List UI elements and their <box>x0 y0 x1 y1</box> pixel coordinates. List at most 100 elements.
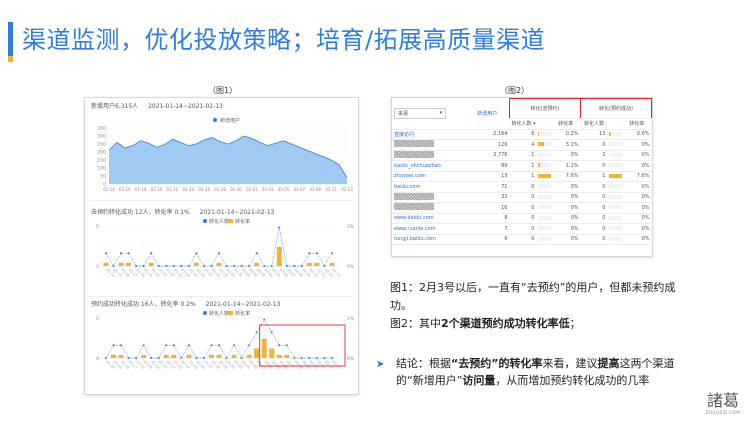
row-source[interactable]: zhuyaei.com <box>392 171 466 182</box>
row-source[interactable]: www.ruanle.com <box>392 223 466 235</box>
table-row[interactable]: 直接访问 2,164 6 0.2% 13 0.6% <box>392 129 652 140</box>
source-link[interactable]: www.baidu.com <box>394 215 434 221</box>
row-source[interactable]: tongji.baidu.com <box>392 234 466 245</box>
col-b-rate[interactable]: 转化率 <box>622 118 652 130</box>
source-link[interactable]: zhuyaei.com <box>394 173 426 179</box>
point <box>308 357 311 359</box>
row-a-rate: 7.6% <box>551 171 581 182</box>
rate-bar <box>538 152 552 157</box>
bar <box>111 354 117 358</box>
legend-label: 转化人数 <box>209 218 229 225</box>
row-source[interactable] <box>392 192 466 203</box>
row-source[interactable]: baidu_ohchuazhao <box>392 160 466 172</box>
bar <box>208 354 214 358</box>
y-tick-label: 300 <box>97 134 106 140</box>
x-tick-label: 01-14 <box>103 187 115 192</box>
rate-bar-cell <box>607 150 623 161</box>
legend-marker <box>228 311 233 315</box>
row-source[interactable]: baidu.com <box>392 181 466 193</box>
table-row[interactable]: www.ruanle.com 7 0 0% 0 0% <box>392 223 652 235</box>
source-select[interactable]: 来源 ▾ <box>392 98 466 130</box>
row-a-rate: 1.1% <box>551 160 581 172</box>
notes: 图1：2月3号以后，一直有“去预约”的用户，但都未预约成功。 图2：其中2个渠道… <box>390 279 690 333</box>
rate-bar <box>538 173 552 178</box>
row-source[interactable] <box>392 150 466 161</box>
bar <box>148 262 154 266</box>
row-a-rate: 0% <box>551 150 581 161</box>
redacted-source <box>394 140 434 148</box>
fig2-panel: 来源 ▾ 新增用户 转化(去预约) 转化(预约成功) 转化人数 ▾ 转化率 转化… <box>391 97 653 257</box>
legend-label: 新增用户 <box>220 117 240 124</box>
rate-bar-fill <box>538 142 544 147</box>
table-row[interactable]: baidu.com 71 0 0% 0 0% <box>392 181 652 193</box>
point <box>225 357 228 359</box>
x-tick-label: 01-24 <box>183 187 195 192</box>
row-new-users: 71 <box>465 181 510 193</box>
row-new-users: 89 <box>465 160 510 172</box>
title-accent-bar <box>8 22 13 56</box>
row-a-rate: 0% <box>551 223 581 235</box>
rate-bar <box>609 194 623 199</box>
table-row[interactable]: tongji.baidu.com 6 0 0% 0 0% <box>392 234 652 245</box>
source-link[interactable]: baidu_ohchuazhao <box>394 163 441 169</box>
source-link[interactable]: baidu.com <box>394 184 420 190</box>
point <box>248 344 251 347</box>
source-link[interactable]: www.ruanle.com <box>394 226 436 232</box>
table-row[interactable]: www.baidu.com 8 0 0% 0 0% <box>392 213 652 224</box>
table-row[interactable]: 126 4 3.1% 0 0% <box>392 139 652 151</box>
point <box>240 265 243 267</box>
bar <box>276 354 282 358</box>
x-tick-label: 02-09 <box>309 187 321 192</box>
rate-bar-cell <box>536 160 552 172</box>
rate-bar-cell <box>536 192 552 203</box>
row-a-count: 0 <box>509 213 537 224</box>
row-new-users: 16 <box>465 202 510 214</box>
fig2-caption: （图2） <box>500 86 530 95</box>
legend-marker <box>203 219 207 223</box>
col-a-rate[interactable]: 转化率 <box>551 118 581 130</box>
table-row[interactable]: baidu_ohchuazhao 89 1 1.1% 0 0% <box>392 160 652 172</box>
rate-bar-cell <box>607 129 623 140</box>
rate-bar-fill <box>538 173 552 178</box>
source-link[interactable]: tongji.baidu.com <box>394 236 436 242</box>
bar <box>231 354 237 358</box>
bar <box>276 246 282 266</box>
title-accent-shade <box>8 56 13 62</box>
row-source[interactable] <box>392 139 466 151</box>
col-a-count[interactable]: 转化人数 ▾ <box>509 118 537 130</box>
point <box>293 265 296 267</box>
row-source[interactable] <box>392 202 466 214</box>
point <box>300 357 303 359</box>
rate-bar-cell <box>536 129 552 140</box>
row-a-rate: 0% <box>551 192 581 203</box>
rate-bar <box>538 184 552 189</box>
row-source[interactable]: www.baidu.com <box>392 213 466 224</box>
rate-bar-cell <box>607 192 623 203</box>
row-source[interactable]: 直接访问 <box>392 129 466 140</box>
row-b-rate: 0% <box>622 192 652 203</box>
point <box>142 344 145 347</box>
point <box>127 252 130 255</box>
legend-label: 转化率 <box>235 218 250 225</box>
col-b-count[interactable]: 转化人数 <box>580 118 608 130</box>
table-row[interactable]: 32 0 0% 0 0% <box>392 192 652 203</box>
rate-bar-cell <box>536 150 552 161</box>
col-new-users[interactable]: 新增用户 <box>465 98 510 130</box>
table-row[interactable]: zhuyaei.com 13 1 7.6% 1 7.6% <box>392 171 652 182</box>
point <box>255 331 258 334</box>
row-b-rate: 7.6% <box>622 171 652 182</box>
source-link[interactable]: 直接访问 <box>394 132 414 138</box>
rate-bar-cell <box>536 202 552 214</box>
table-row[interactable]: 16 0 0% 0 0% <box>392 202 652 214</box>
y-tick-label: 2% <box>347 316 355 322</box>
point <box>180 357 183 359</box>
series-line <box>105 227 333 267</box>
point <box>233 344 236 347</box>
row-b-rate: 0.6% <box>622 129 652 140</box>
table-row[interactable]: 3,776 1 0% 2 0% <box>392 150 652 161</box>
row-b-rate: 0% <box>622 139 652 151</box>
rate-bar-cell <box>536 171 552 182</box>
point <box>127 357 130 359</box>
point <box>202 265 205 267</box>
brand-logo: 諸葛 ZHUGEIO.COM <box>703 392 743 416</box>
